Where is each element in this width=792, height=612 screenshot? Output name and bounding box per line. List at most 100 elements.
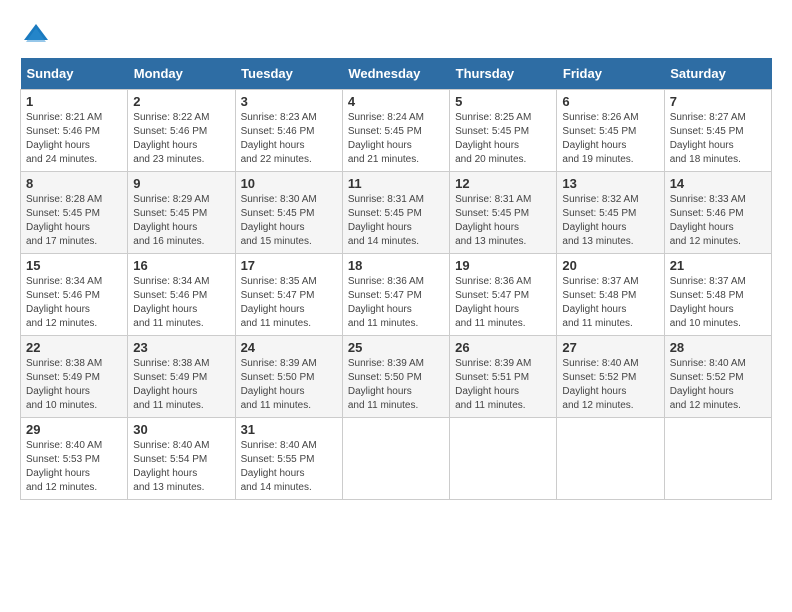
day-info: Sunrise: 8:23 AM Sunset: 5:46 PM Dayligh… [241, 112, 317, 165]
day-info: Sunrise: 8:40 AM Sunset: 5:53 PM Dayligh… [26, 440, 102, 493]
calendar-cell: 27 Sunrise: 8:40 AM Sunset: 5:52 PM Dayl… [557, 336, 664, 418]
calendar-cell: 25 Sunrise: 8:39 AM Sunset: 5:50 PM Dayl… [342, 336, 449, 418]
day-info: Sunrise: 8:35 AM Sunset: 5:47 PM Dayligh… [241, 276, 317, 329]
day-number: 14 [670, 176, 766, 191]
day-info: Sunrise: 8:40 AM Sunset: 5:55 PM Dayligh… [241, 440, 317, 493]
day-number: 3 [241, 94, 337, 109]
day-number: 21 [670, 258, 766, 273]
day-number: 22 [26, 340, 122, 355]
calendar-cell: 5 Sunrise: 8:25 AM Sunset: 5:45 PM Dayli… [450, 90, 557, 172]
day-header-wednesday: Wednesday [342, 58, 449, 90]
calendar-cell: 15 Sunrise: 8:34 AM Sunset: 5:46 PM Dayl… [21, 254, 128, 336]
day-number: 27 [562, 340, 658, 355]
day-number: 8 [26, 176, 122, 191]
logo [20, 20, 50, 48]
day-number: 20 [562, 258, 658, 273]
calendar-cell: 3 Sunrise: 8:23 AM Sunset: 5:46 PM Dayli… [235, 90, 342, 172]
day-number: 31 [241, 422, 337, 437]
day-number: 7 [670, 94, 766, 109]
day-info: Sunrise: 8:29 AM Sunset: 5:45 PM Dayligh… [133, 194, 209, 247]
day-info: Sunrise: 8:34 AM Sunset: 5:46 PM Dayligh… [133, 276, 209, 329]
calendar-cell: 1 Sunrise: 8:21 AM Sunset: 5:46 PM Dayli… [21, 90, 128, 172]
day-number: 9 [133, 176, 229, 191]
calendar-table: SundayMondayTuesdayWednesdayThursdayFrid… [20, 58, 772, 500]
calendar-cell: 14 Sunrise: 8:33 AM Sunset: 5:46 PM Dayl… [664, 172, 771, 254]
day-number: 25 [348, 340, 444, 355]
day-number: 16 [133, 258, 229, 273]
day-info: Sunrise: 8:39 AM Sunset: 5:51 PM Dayligh… [455, 358, 531, 411]
day-info: Sunrise: 8:24 AM Sunset: 5:45 PM Dayligh… [348, 112, 424, 165]
day-info: Sunrise: 8:37 AM Sunset: 5:48 PM Dayligh… [670, 276, 746, 329]
calendar-cell [664, 418, 771, 500]
day-info: Sunrise: 8:28 AM Sunset: 5:45 PM Dayligh… [26, 194, 102, 247]
calendar-week-2: 8 Sunrise: 8:28 AM Sunset: 5:45 PM Dayli… [21, 172, 772, 254]
calendar-cell: 31 Sunrise: 8:40 AM Sunset: 5:55 PM Dayl… [235, 418, 342, 500]
calendar-cell: 18 Sunrise: 8:36 AM Sunset: 5:47 PM Dayl… [342, 254, 449, 336]
calendar-cell [342, 418, 449, 500]
day-info: Sunrise: 8:27 AM Sunset: 5:45 PM Dayligh… [670, 112, 746, 165]
day-info: Sunrise: 8:32 AM Sunset: 5:45 PM Dayligh… [562, 194, 638, 247]
day-info: Sunrise: 8:39 AM Sunset: 5:50 PM Dayligh… [348, 358, 424, 411]
calendar-cell: 9 Sunrise: 8:29 AM Sunset: 5:45 PM Dayli… [128, 172, 235, 254]
day-info: Sunrise: 8:36 AM Sunset: 5:47 PM Dayligh… [455, 276, 531, 329]
calendar-week-3: 15 Sunrise: 8:34 AM Sunset: 5:46 PM Dayl… [21, 254, 772, 336]
calendar-header-row: SundayMondayTuesdayWednesdayThursdayFrid… [21, 58, 772, 90]
day-info: Sunrise: 8:40 AM Sunset: 5:52 PM Dayligh… [670, 358, 746, 411]
logo-icon [22, 20, 50, 48]
calendar-body: 1 Sunrise: 8:21 AM Sunset: 5:46 PM Dayli… [21, 90, 772, 500]
day-number: 13 [562, 176, 658, 191]
day-number: 17 [241, 258, 337, 273]
day-number: 18 [348, 258, 444, 273]
day-info: Sunrise: 8:33 AM Sunset: 5:46 PM Dayligh… [670, 194, 746, 247]
day-number: 6 [562, 94, 658, 109]
calendar-cell: 20 Sunrise: 8:37 AM Sunset: 5:48 PM Dayl… [557, 254, 664, 336]
calendar-week-4: 22 Sunrise: 8:38 AM Sunset: 5:49 PM Dayl… [21, 336, 772, 418]
calendar-cell [450, 418, 557, 500]
day-info: Sunrise: 8:30 AM Sunset: 5:45 PM Dayligh… [241, 194, 317, 247]
day-number: 10 [241, 176, 337, 191]
day-number: 28 [670, 340, 766, 355]
day-info: Sunrise: 8:26 AM Sunset: 5:45 PM Dayligh… [562, 112, 638, 165]
calendar-cell: 22 Sunrise: 8:38 AM Sunset: 5:49 PM Dayl… [21, 336, 128, 418]
day-header-sunday: Sunday [21, 58, 128, 90]
day-info: Sunrise: 8:38 AM Sunset: 5:49 PM Dayligh… [26, 358, 102, 411]
day-number: 24 [241, 340, 337, 355]
day-info: Sunrise: 8:37 AM Sunset: 5:48 PM Dayligh… [562, 276, 638, 329]
calendar-cell: 10 Sunrise: 8:30 AM Sunset: 5:45 PM Dayl… [235, 172, 342, 254]
calendar-week-1: 1 Sunrise: 8:21 AM Sunset: 5:46 PM Dayli… [21, 90, 772, 172]
day-header-tuesday: Tuesday [235, 58, 342, 90]
day-header-friday: Friday [557, 58, 664, 90]
day-info: Sunrise: 8:31 AM Sunset: 5:45 PM Dayligh… [348, 194, 424, 247]
calendar-cell: 17 Sunrise: 8:35 AM Sunset: 5:47 PM Dayl… [235, 254, 342, 336]
calendar-cell: 11 Sunrise: 8:31 AM Sunset: 5:45 PM Dayl… [342, 172, 449, 254]
calendar-cell: 19 Sunrise: 8:36 AM Sunset: 5:47 PM Dayl… [450, 254, 557, 336]
calendar-cell: 8 Sunrise: 8:28 AM Sunset: 5:45 PM Dayli… [21, 172, 128, 254]
calendar-week-5: 29 Sunrise: 8:40 AM Sunset: 5:53 PM Dayl… [21, 418, 772, 500]
day-header-thursday: Thursday [450, 58, 557, 90]
day-number: 4 [348, 94, 444, 109]
day-number: 29 [26, 422, 122, 437]
calendar-cell: 6 Sunrise: 8:26 AM Sunset: 5:45 PM Dayli… [557, 90, 664, 172]
calendar-cell [557, 418, 664, 500]
day-number: 26 [455, 340, 551, 355]
day-info: Sunrise: 8:31 AM Sunset: 5:45 PM Dayligh… [455, 194, 531, 247]
day-header-monday: Monday [128, 58, 235, 90]
day-number: 5 [455, 94, 551, 109]
calendar-cell: 26 Sunrise: 8:39 AM Sunset: 5:51 PM Dayl… [450, 336, 557, 418]
calendar-cell: 24 Sunrise: 8:39 AM Sunset: 5:50 PM Dayl… [235, 336, 342, 418]
day-info: Sunrise: 8:36 AM Sunset: 5:47 PM Dayligh… [348, 276, 424, 329]
day-info: Sunrise: 8:34 AM Sunset: 5:46 PM Dayligh… [26, 276, 102, 329]
calendar-cell: 7 Sunrise: 8:27 AM Sunset: 5:45 PM Dayli… [664, 90, 771, 172]
calendar-cell: 4 Sunrise: 8:24 AM Sunset: 5:45 PM Dayli… [342, 90, 449, 172]
day-number: 30 [133, 422, 229, 437]
day-header-saturday: Saturday [664, 58, 771, 90]
calendar-cell: 2 Sunrise: 8:22 AM Sunset: 5:46 PM Dayli… [128, 90, 235, 172]
day-number: 23 [133, 340, 229, 355]
calendar-cell: 13 Sunrise: 8:32 AM Sunset: 5:45 PM Dayl… [557, 172, 664, 254]
calendar-cell: 30 Sunrise: 8:40 AM Sunset: 5:54 PM Dayl… [128, 418, 235, 500]
day-number: 12 [455, 176, 551, 191]
calendar-cell: 29 Sunrise: 8:40 AM Sunset: 5:53 PM Dayl… [21, 418, 128, 500]
day-number: 11 [348, 176, 444, 191]
calendar-cell: 16 Sunrise: 8:34 AM Sunset: 5:46 PM Dayl… [128, 254, 235, 336]
calendar-cell: 21 Sunrise: 8:37 AM Sunset: 5:48 PM Dayl… [664, 254, 771, 336]
